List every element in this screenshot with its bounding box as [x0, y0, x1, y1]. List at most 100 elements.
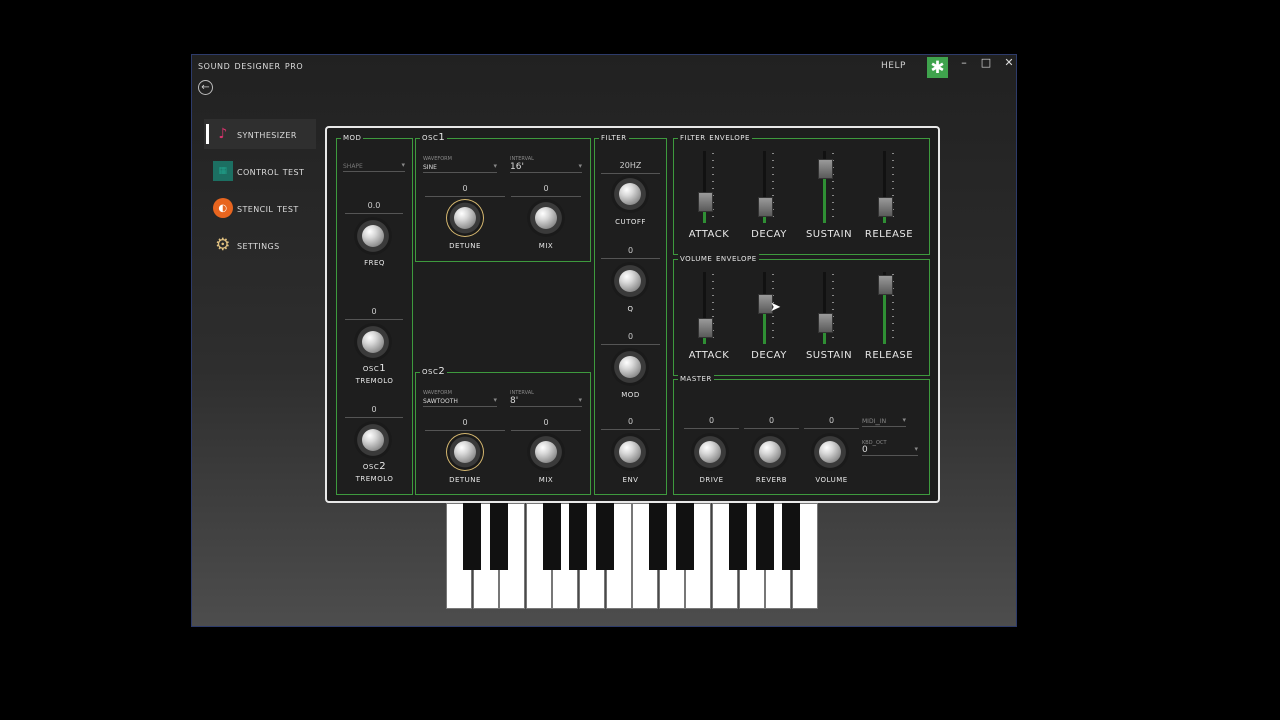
mouse-cursor-icon: ➤ — [770, 300, 781, 315]
slider-thumb[interactable] — [698, 192, 713, 212]
osc1-tremolo-label2: tremolo — [355, 375, 394, 386]
reverb-knob[interactable] — [751, 433, 789, 471]
freq-knob[interactable] — [354, 217, 392, 255]
black-key[interactable] — [782, 503, 801, 570]
volume-envelope-attack-slider[interactable] — [695, 272, 725, 344]
help-button[interactable]: HELP — [881, 61, 906, 71]
window-title: sound designer pro — [198, 59, 304, 72]
stencil-icon: ◐ — [213, 198, 233, 218]
slider-thumb[interactable] — [758, 197, 773, 217]
nav-item-settings[interactable]: ⚙ settings — [204, 230, 316, 260]
volume-envelope-release-slider[interactable] — [875, 272, 905, 344]
osc2-detune-knob[interactable] — [446, 433, 484, 471]
section-title: osc2 — [420, 366, 448, 377]
nav-label: settings — [237, 238, 280, 252]
osc1-tremolo-knob[interactable] — [354, 323, 392, 361]
black-key[interactable] — [675, 503, 694, 570]
filter-envelope-attack-slider[interactable] — [695, 151, 725, 223]
osc1-detune-knob[interactable] — [446, 199, 484, 237]
slider-label: DECAY — [751, 229, 787, 240]
osc2-detune-label: detune — [449, 474, 481, 485]
piano-keyboard — [446, 503, 819, 610]
volume-envelope-sustain-slider[interactable] — [815, 272, 845, 344]
filter-envelope-sustain-slider[interactable] — [815, 151, 845, 223]
drive-label: drive — [699, 474, 724, 485]
osc2-interval-select[interactable]: 8' — [510, 396, 582, 407]
drive-knob[interactable] — [691, 433, 729, 471]
black-key[interactable] — [569, 503, 588, 570]
filter-envelope-section: filter envelope ATTACK DECAY SUSTAIN RELEAS… — [673, 132, 930, 255]
osc2-section: osc2 waveform sawtooth interval 8' 0 det… — [415, 366, 591, 495]
env-knob[interactable] — [611, 433, 649, 471]
master-section: master 0 drive 0 reverb 0 volume midi_in… — [673, 373, 930, 495]
drive-value: 0 — [684, 416, 739, 429]
filter-mod-value: 0 — [601, 332, 660, 345]
env-label: env — [622, 474, 639, 485]
close-button[interactable]: ✕ — [1000, 56, 1018, 69]
filter-envelope-decay-slider[interactable] — [755, 151, 785, 223]
black-key[interactable] — [755, 503, 774, 570]
osc1-mix-value: 0 — [511, 184, 581, 197]
slider-label: DECAY — [751, 350, 787, 361]
slider-thumb[interactable] — [818, 159, 833, 179]
slider-thumb[interactable] — [698, 318, 713, 338]
midi-in-select[interactable]: midi_in — [862, 416, 906, 427]
synth-panel: mod shape 0.0 freq 0 osc1 tremolo 0 osc2… — [325, 126, 940, 503]
gear-icon: ⚙ — [215, 235, 231, 255]
filter-section: filter 20HZ cutoff 0 q 0 mod 0 env — [594, 132, 667, 495]
section-title: filter envelope — [678, 132, 752, 143]
slider-label: RELEASE — [864, 229, 914, 240]
control-test-icon: ▦ — [213, 161, 233, 181]
slider-thumb[interactable] — [878, 275, 893, 295]
volume-envelope-section: volume envelope ATTACK DECAY SUSTAIN RELEAS… — [673, 253, 930, 376]
black-key[interactable] — [489, 503, 508, 570]
volume-knob[interactable] — [811, 433, 849, 471]
osc2-mix-knob[interactable] — [527, 433, 565, 471]
asterisk-icon[interactable]: ✱ — [927, 57, 948, 78]
back-arrow-icon[interactable]: ← — [198, 80, 213, 95]
filter-mod-knob[interactable] — [611, 348, 649, 386]
waveform-label: waveform — [423, 388, 452, 396]
q-knob[interactable] — [611, 262, 649, 300]
interval-label: interval — [510, 388, 534, 396]
slider-label: ATTACK — [688, 229, 730, 240]
kbd-oct-select[interactable]: 0 — [862, 445, 918, 456]
osc1-interval-select[interactable]: 16' — [510, 162, 582, 173]
osc1-waveform-select[interactable]: sine — [423, 162, 497, 173]
q-label: q — [627, 303, 634, 314]
waveform-label: waveform — [423, 154, 452, 162]
section-title: mod — [341, 132, 364, 143]
osc1-section: osc1 waveform sine interval 16' 0 detune… — [415, 132, 591, 262]
osc2-tremolo-label2: tremolo — [355, 473, 394, 484]
minimize-button[interactable]: – — [955, 56, 973, 69]
black-key[interactable] — [729, 503, 747, 570]
osc2-waveform-select[interactable]: sawtooth — [423, 396, 497, 407]
slider-thumb[interactable] — [878, 197, 893, 217]
shape-select[interactable]: shape — [343, 161, 405, 172]
section-title: filter — [599, 132, 629, 143]
osc1-detune-value: 0 — [425, 184, 505, 197]
env-value: 0 — [601, 417, 660, 430]
osc1-mix-label: mix — [538, 240, 554, 251]
black-key[interactable] — [542, 503, 561, 570]
cutoff-knob[interactable] — [611, 175, 649, 213]
nav-item-synthesizer[interactable]: ♪ synthesizer — [204, 119, 316, 149]
filter-envelope-release-slider[interactable] — [875, 151, 905, 223]
osc2-tremolo-knob[interactable] — [354, 421, 392, 459]
volume-label: volume — [815, 474, 848, 485]
maximize-button[interactable]: □ — [977, 56, 995, 69]
mod-section: mod shape 0.0 freq 0 osc1 tremolo 0 osc2… — [336, 132, 413, 495]
nav-item-stencil-test[interactable]: ◐ stencil test — [204, 193, 316, 223]
section-title: osc1 — [420, 132, 448, 143]
black-key[interactable] — [463, 503, 481, 570]
freq-value: 0.0 — [345, 201, 403, 214]
nav-item-control-test[interactable]: ▦ control test — [204, 156, 316, 186]
black-key[interactable] — [596, 503, 614, 570]
slider-thumb[interactable] — [818, 313, 833, 333]
black-key[interactable] — [649, 503, 668, 570]
slider-label: ATTACK — [688, 350, 730, 361]
music-note-icon: ♪ — [218, 126, 228, 142]
reverb-value: 0 — [744, 416, 799, 429]
cutoff-label: cutoff — [615, 216, 646, 227]
osc1-mix-knob[interactable] — [527, 199, 565, 237]
